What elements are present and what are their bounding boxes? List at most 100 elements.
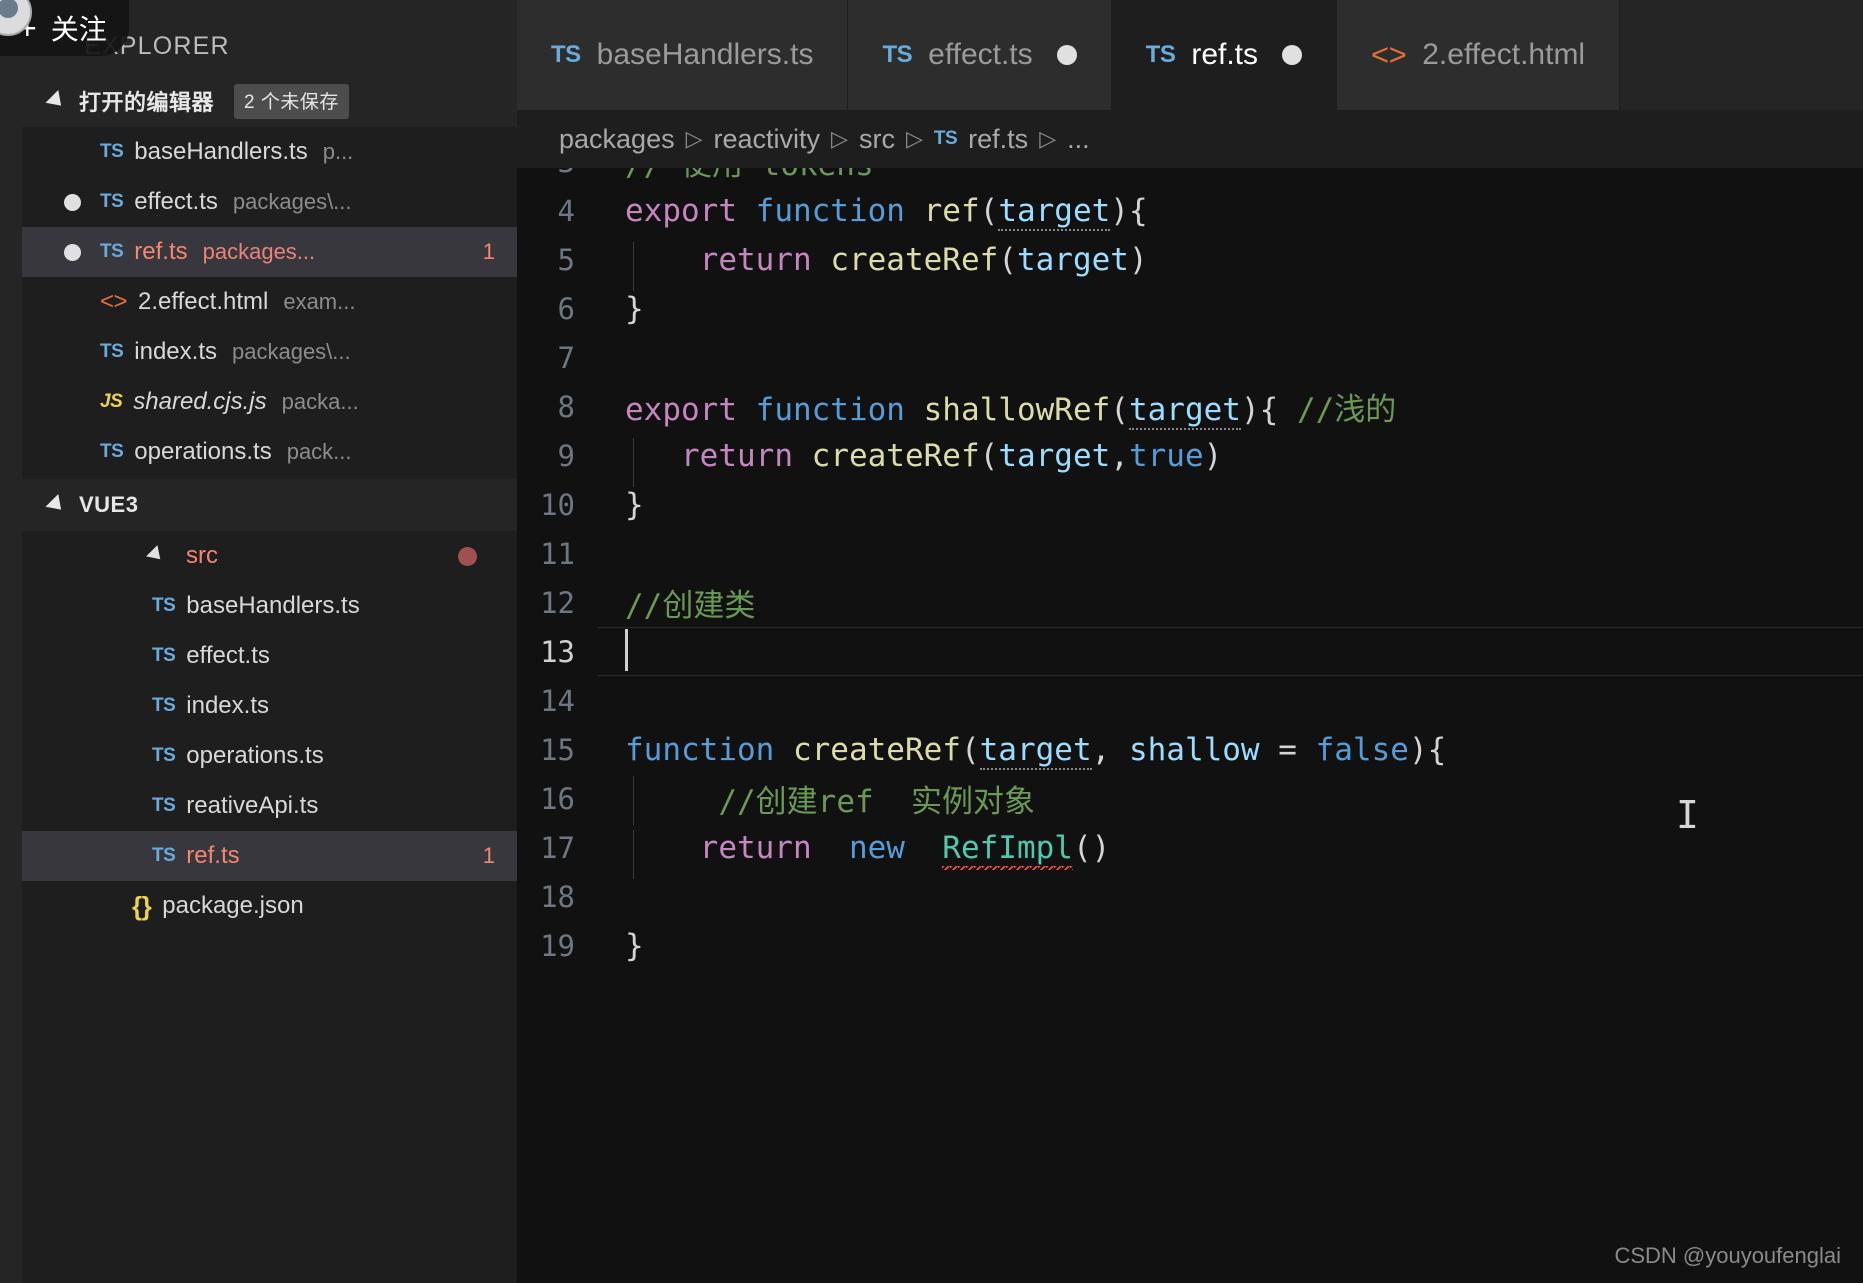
- unsaved-dot-icon: [64, 194, 81, 211]
- token-call: createRef: [811, 437, 980, 474]
- line-number: 17: [540, 830, 575, 865]
- breadcrumb-item[interactable]: ref.ts: [968, 124, 1028, 155]
- file-name: ref.ts: [134, 238, 188, 265]
- code-line: 17 return new RefImpl(): [517, 823, 1863, 879]
- file-path: packages\...: [232, 339, 351, 364]
- breadcrumb-item[interactable]: src: [859, 124, 895, 155]
- typescript-file-icon: TS: [1145, 41, 1176, 68]
- code-text: export function ref(target){: [625, 192, 1148, 231]
- text-cursor: [625, 628, 628, 671]
- line-number: 3: [517, 168, 597, 179]
- token-return: return: [681, 437, 793, 474]
- typescript-file-icon: TS: [152, 695, 176, 716]
- workspace-label: VUE3: [79, 492, 139, 517]
- open-editor-item[interactable]: TS baseHandlers.ts p...: [22, 127, 517, 177]
- typescript-file-icon: TS: [100, 191, 124, 212]
- folder-item-src[interactable]: src: [22, 531, 517, 581]
- tab-label: effect.ts: [928, 38, 1033, 71]
- typescript-file-icon: TS: [882, 41, 913, 68]
- breadcrumb-item[interactable]: packages: [559, 124, 675, 155]
- code-line: 4 export function ref(target){: [517, 186, 1863, 235]
- file-name: operations.ts: [134, 438, 272, 465]
- token-new: new: [848, 829, 905, 866]
- file-name: reativeApi.ts: [186, 792, 319, 819]
- code-text: }: [625, 486, 644, 523]
- open-editor-item[interactable]: TS ref.ts packages... 1: [22, 227, 517, 277]
- file-tree-item[interactable]: TS baseHandlers.ts: [22, 581, 517, 631]
- code-text: }: [625, 290, 644, 327]
- line-number: 14: [540, 683, 575, 718]
- typescript-file-icon: TS: [152, 645, 176, 666]
- workspace-header[interactable]: VUE3: [22, 479, 517, 531]
- file-tree-item[interactable]: TS index.ts: [22, 681, 517, 731]
- open-editor-item[interactable]: JS shared.cjs.js packa...: [22, 377, 517, 427]
- editor-tab[interactable]: TS effect.ts: [848, 0, 1112, 110]
- line-number: 16: [540, 781, 575, 816]
- code-line: 9 return createRef(target,true): [517, 431, 1863, 487]
- token-default: false: [1315, 731, 1409, 768]
- folder-name: src: [186, 542, 218, 569]
- activity-bar: [0, 0, 22, 1283]
- code-line: 7: [517, 333, 1863, 382]
- open-editor-item[interactable]: TS effect.ts packages\...: [22, 177, 517, 227]
- code-text: //创建ref 实例对象: [625, 776, 1035, 825]
- code-text: [625, 628, 628, 673]
- open-editor-item[interactable]: TS index.ts packages\...: [22, 327, 517, 377]
- token-func-name: ref: [923, 192, 980, 229]
- editor-tab[interactable]: TS ref.ts: [1111, 0, 1338, 110]
- code-text: //创建类: [625, 588, 756, 624]
- token-comment: //浅的: [1296, 392, 1397, 428]
- line-number: 6: [557, 291, 575, 326]
- code-line: 16 //创建ref 实例对象: [517, 774, 1863, 825]
- file-path: exam...: [283, 289, 356, 314]
- line-number: 19: [540, 928, 575, 963]
- html-file-icon: <>: [1371, 37, 1407, 72]
- code-editor[interactable]: 3 // 使用 tokens 4 export function ref(tar…: [517, 168, 1863, 1283]
- token-comment: 实例对象: [910, 784, 1035, 820]
- breadcrumb-item[interactable]: ...: [1067, 124, 1090, 155]
- token-function: function: [755, 392, 905, 428]
- line-number: 10: [540, 487, 575, 522]
- file-name: effect.ts: [134, 188, 218, 215]
- token-func-name: shallowRef: [923, 392, 1111, 428]
- file-tree-item[interactable]: {} package.json: [22, 881, 517, 931]
- token-arg: target: [1016, 241, 1129, 278]
- code-text: export function shallowRef(target){ //浅的: [625, 392, 1397, 430]
- tab-unsaved-dot-icon[interactable]: [1056, 45, 1077, 65]
- open-editor-item[interactable]: TS operations.ts pack...: [22, 427, 517, 477]
- typescript-file-icon: TS: [551, 41, 581, 68]
- open-editor-item[interactable]: <> 2.effect.html exam...: [22, 277, 517, 327]
- json-file-icon: {}: [132, 890, 152, 921]
- token-param: target: [998, 192, 1111, 231]
- line-number: 7: [557, 340, 575, 375]
- file-path: p...: [322, 139, 354, 164]
- file-tree-item[interactable]: TS ref.ts 1: [22, 831, 517, 881]
- file-path: pack...: [286, 439, 352, 464]
- editor-tab[interactable]: TS baseHandlers.ts: [517, 0, 849, 110]
- file-tree-item[interactable]: TS effect.ts: [22, 631, 517, 681]
- code-text: // 使用 tokens: [625, 168, 874, 184]
- chevron-down-icon: [45, 90, 68, 112]
- typescript-file-icon: TS: [100, 141, 124, 162]
- open-editors-header[interactable]: 打开的编辑器 2 个未保存: [22, 75, 517, 127]
- file-name: operations.ts: [186, 742, 324, 769]
- html-file-icon: <>: [100, 288, 128, 315]
- line-number: 15: [540, 732, 575, 767]
- token-comment: //创建ref: [718, 784, 874, 820]
- file-path: packa...: [281, 389, 359, 414]
- file-path: packages...: [202, 239, 316, 264]
- follow-label: 关注: [50, 14, 107, 45]
- tab-unsaved-dot-icon[interactable]: [1282, 45, 1303, 65]
- editor-tab[interactable]: <> 2.effect.html: [1337, 0, 1621, 110]
- line-number: 9: [557, 438, 575, 473]
- typescript-file-icon: TS: [152, 595, 176, 616]
- breadcrumb-item[interactable]: reactivity: [714, 124, 821, 155]
- unsaved-count-badge: 2 个未保存: [234, 83, 349, 119]
- file-tree-item[interactable]: TS operations.ts: [22, 731, 517, 781]
- chevron-down-icon: [146, 545, 166, 565]
- breadcrumb-separator-icon: ▷: [905, 126, 923, 151]
- code-line: 3 // 使用 tokens: [517, 168, 1863, 186]
- code-text: return createRef(target,true): [625, 437, 1222, 487]
- vscode-window: EXPLORER 打开的编辑器 2 个未保存 TS baseHandlers.ts…: [0, 0, 1863, 1283]
- file-tree-item[interactable]: TS reativeApi.ts: [22, 781, 517, 831]
